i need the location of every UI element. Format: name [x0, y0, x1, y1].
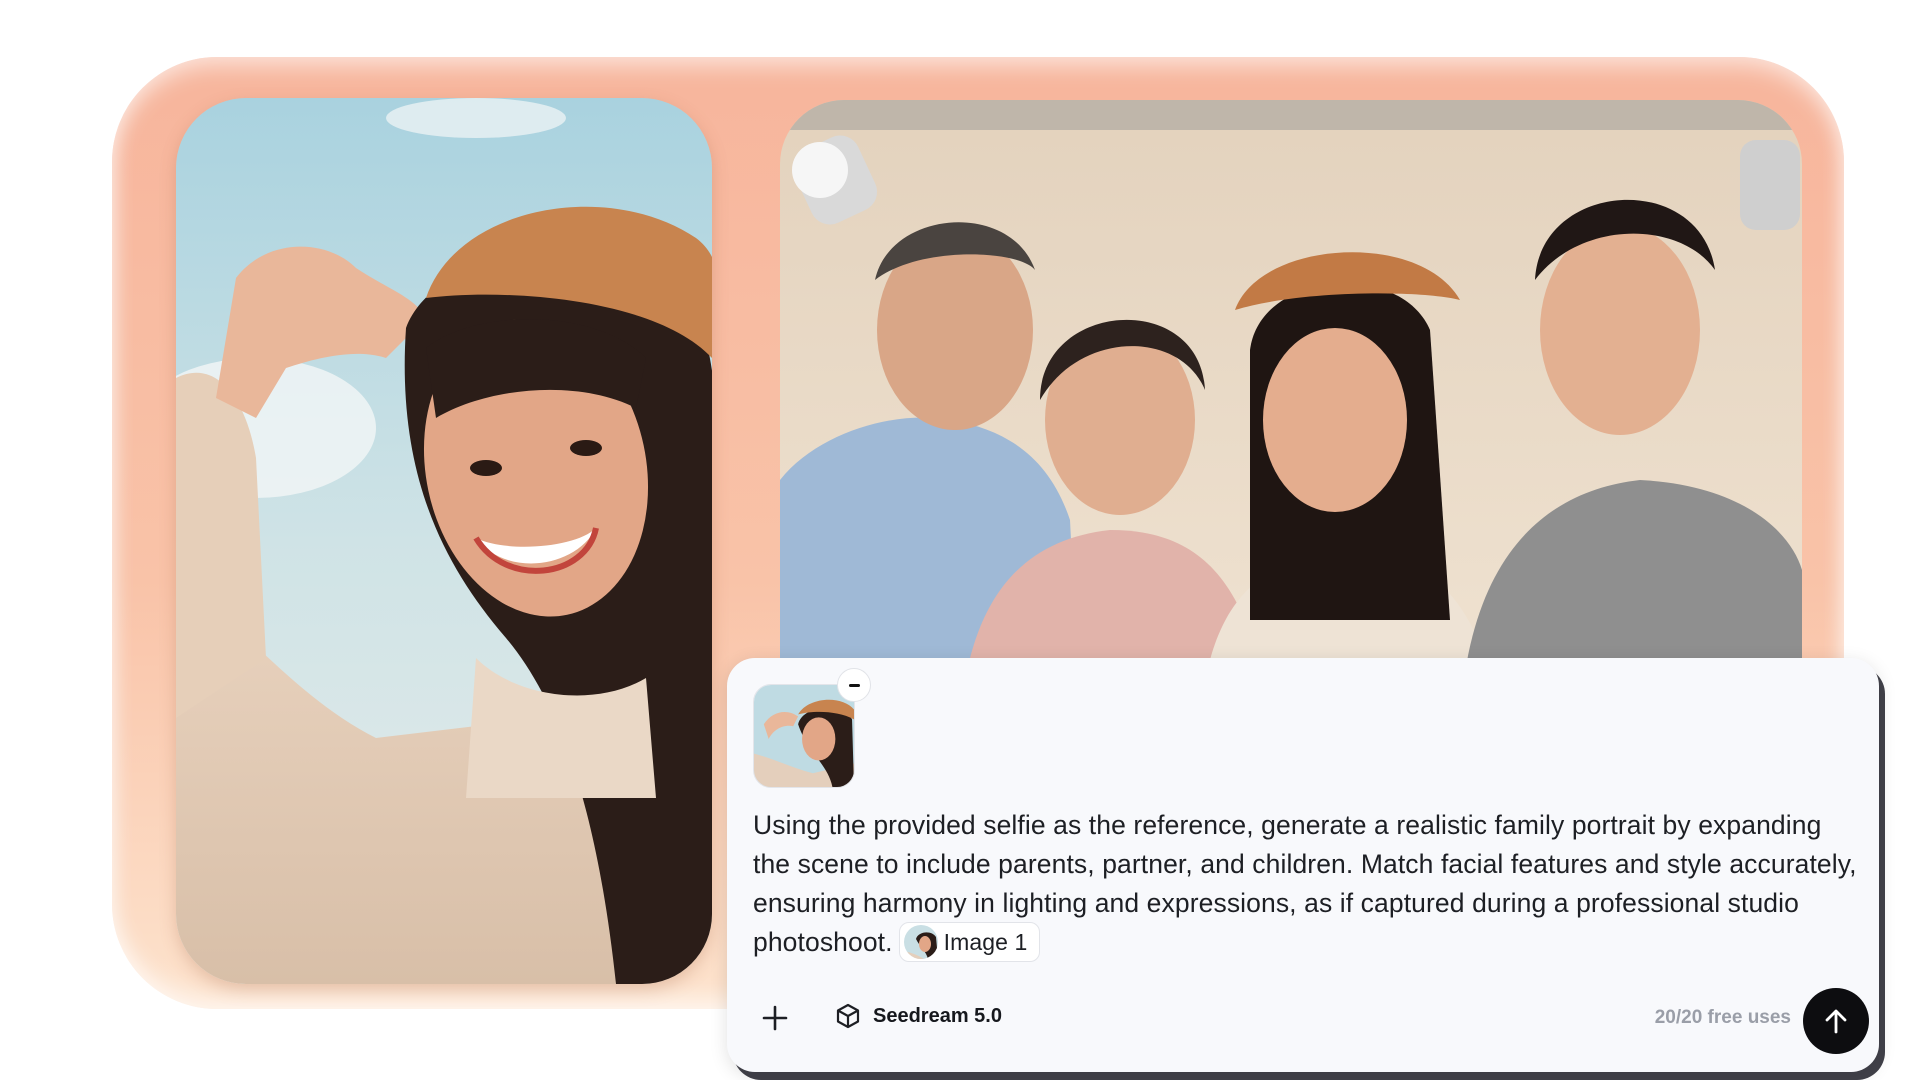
family-portrait-image: [780, 100, 1802, 720]
attached-image[interactable]: [753, 668, 871, 788]
prompt-text[interactable]: Using the provided selfie as the referen…: [753, 806, 1863, 964]
minus-icon: [848, 683, 860, 687]
add-button[interactable]: [755, 998, 795, 1038]
prompt-composer: Using the provided selfie as the referen…: [727, 658, 1879, 1072]
image-reference-chip[interactable]: Image 1: [898, 922, 1041, 962]
plus-icon: [762, 1005, 788, 1031]
composer-toolbar: Seedream 5.0 20/20 free uses: [727, 972, 1879, 1072]
cube-icon: [836, 1003, 860, 1029]
remove-attachment-button[interactable]: [837, 668, 871, 702]
chip-thumbnail: [903, 925, 938, 959]
arrow-up-icon: [1825, 1009, 1847, 1034]
chip-label: Image 1: [943, 928, 1028, 955]
send-button[interactable]: [1803, 988, 1869, 1054]
free-uses-counter: 20/20 free uses: [1654, 1007, 1791, 1028]
selfie-reference-image: [176, 98, 712, 984]
model-name: Seedream 5.0: [873, 1004, 1002, 1027]
attached-image-thumbnail: [753, 684, 855, 788]
model-selector[interactable]: Seedream 5.0: [835, 1003, 1002, 1029]
